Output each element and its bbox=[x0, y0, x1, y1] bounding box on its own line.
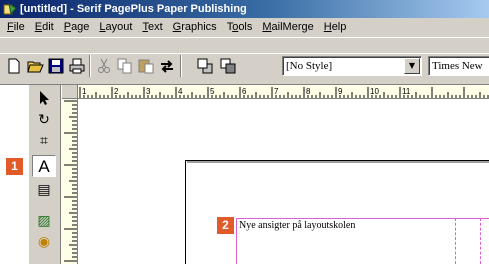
app-icon bbox=[3, 3, 17, 16]
ruler-label: 1 bbox=[82, 87, 87, 96]
picture-tool[interactable]: ▨ bbox=[32, 210, 56, 232]
open-button[interactable] bbox=[25, 56, 45, 76]
open-icon bbox=[27, 61, 44, 73]
menu-page[interactable]: Page bbox=[59, 19, 95, 36]
vertical-ruler[interactable] bbox=[62, 99, 78, 264]
font-dropdown[interactable]: Times New bbox=[428, 56, 489, 76]
paste-icon bbox=[138, 59, 154, 74]
crop-tool[interactable]: ⌗ bbox=[32, 130, 56, 152]
rotate-icon: ↻ bbox=[38, 112, 50, 128]
toolbar-separator bbox=[180, 55, 182, 77]
menu-text[interactable]: Text bbox=[137, 19, 167, 36]
paste-button[interactable] bbox=[136, 56, 156, 76]
document-text[interactable]: Nye ansigter på layoutskolen bbox=[239, 220, 355, 231]
ruler-label: 8 bbox=[306, 87, 311, 96]
save-icon bbox=[48, 58, 64, 74]
text-icon: A bbox=[38, 157, 50, 176]
ruler-label: 4 bbox=[178, 87, 183, 96]
frame-text-icon: ▤ bbox=[37, 182, 51, 198]
style-value: [No Style] bbox=[286, 60, 333, 72]
cut-icon bbox=[98, 58, 110, 73]
frame-text-tool[interactable]: ▤ bbox=[32, 179, 56, 201]
ruler-origin[interactable] bbox=[62, 85, 78, 99]
menu-edit[interactable]: Edit bbox=[30, 19, 59, 36]
new-button[interactable] bbox=[4, 56, 24, 76]
page-shadow bbox=[187, 161, 489, 163]
rotate-tool[interactable]: ↻ bbox=[32, 109, 56, 131]
ruler-label: 10 bbox=[370, 87, 379, 96]
shape-tool[interactable]: ◉ bbox=[32, 231, 56, 253]
horizontal-ruler[interactable]: 1 2 3 4 5 6 7 8 9 10 11 bbox=[78, 85, 489, 99]
column-guide bbox=[455, 218, 456, 264]
margin-guide bbox=[236, 218, 237, 264]
page-edge bbox=[185, 160, 186, 264]
menu-tools[interactable]: Tools bbox=[222, 19, 258, 36]
print-icon bbox=[69, 58, 85, 74]
send-back-icon bbox=[220, 58, 236, 74]
pointer-icon bbox=[40, 91, 49, 105]
column-guide bbox=[480, 218, 481, 264]
pointer-tool[interactable] bbox=[32, 87, 56, 109]
menu-file[interactable]: File bbox=[2, 19, 30, 36]
menu-help[interactable]: Help bbox=[319, 19, 352, 36]
window-title: [untitled] - Serif PagePlus Paper Publis… bbox=[20, 3, 247, 15]
callout-badge: 2 bbox=[217, 217, 234, 234]
send-back-button[interactable] bbox=[218, 56, 238, 76]
vertical-ruler-ticks bbox=[64, 100, 77, 262]
ruler-label: 5 bbox=[210, 87, 215, 96]
undo-icon bbox=[161, 60, 173, 73]
standard-toolbar: [No Style] ▼ Times New bbox=[0, 37, 489, 85]
shape-icon: ◉ bbox=[37, 234, 51, 250]
menu-mailmerge[interactable]: MailMerge bbox=[257, 19, 318, 36]
pasteboard[interactable] bbox=[79, 100, 489, 264]
chevron-down-icon[interactable]: ▼ bbox=[404, 58, 420, 74]
horizontal-ruler-ticks: 1 2 3 4 5 6 7 8 9 10 11 bbox=[79, 87, 489, 98]
text-tool[interactable]: A bbox=[32, 155, 56, 177]
menu-layout[interactable]: Layout bbox=[94, 19, 137, 36]
crop-icon: ⌗ bbox=[40, 133, 48, 149]
save-button[interactable] bbox=[46, 56, 66, 76]
bring-front-button[interactable] bbox=[195, 56, 215, 76]
print-button[interactable] bbox=[67, 56, 87, 76]
ruler-label: 11 bbox=[402, 87, 411, 96]
title-bar: [untitled] - Serif PagePlus Paper Publis… bbox=[0, 0, 489, 18]
menu-graphics[interactable]: Graphics bbox=[168, 19, 222, 36]
ruler-label: 6 bbox=[242, 87, 247, 96]
copy-icon bbox=[117, 58, 132, 74]
ruler-label: 2 bbox=[114, 87, 119, 96]
tools-toolbar: ↻ ⌗ A ▤ ▨ ◉ bbox=[29, 85, 61, 264]
page-edge bbox=[185, 160, 489, 161]
ruler-label: 3 bbox=[146, 87, 151, 96]
undo-button[interactable] bbox=[157, 56, 177, 76]
toolbar-divider bbox=[0, 53, 489, 54]
toolbar-separator bbox=[89, 55, 91, 77]
cut-button[interactable] bbox=[94, 56, 114, 76]
margin-guide bbox=[236, 218, 489, 219]
menu-bar: File Edit Page Layout Text Graphics Tool… bbox=[0, 18, 489, 37]
callout-badge: 1 bbox=[6, 158, 23, 175]
ruler-label: 9 bbox=[338, 87, 343, 96]
picture-icon: ▨ bbox=[37, 213, 51, 229]
bring-front-icon bbox=[197, 58, 213, 74]
copy-button[interactable] bbox=[115, 56, 135, 76]
ruler-label: 7 bbox=[274, 87, 279, 96]
style-dropdown[interactable]: [No Style] ▼ bbox=[282, 56, 422, 76]
font-value: Times New bbox=[432, 60, 483, 72]
new-icon bbox=[8, 58, 20, 74]
